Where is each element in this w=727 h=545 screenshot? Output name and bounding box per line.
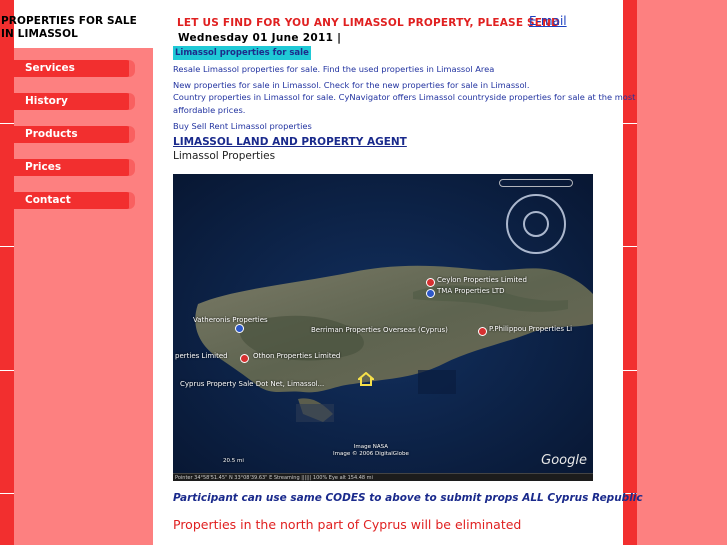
map-pin-ceylon[interactable]: [426, 278, 435, 287]
nav-contact-button[interactable]: Contact: [14, 192, 135, 209]
map-status-bar: Pointer 34°58'51.45" N 33°08'39.63" E St…: [173, 473, 593, 481]
zoom-slider[interactable]: [499, 179, 573, 187]
nav-history-button[interactable]: History: [14, 93, 135, 110]
imagery-credit: Image NASA Image © 2006 DigitalGlobe: [333, 444, 409, 457]
participant-notice: Participant can use same CODES to above …: [173, 492, 643, 504]
map-label-cyprus-property: Cyprus Property Sale Dot Net, Limassol..…: [180, 380, 325, 388]
nav-products-button[interactable]: Products: [14, 126, 135, 143]
map-label-partial: perties Limited: [175, 352, 228, 360]
map-label-philippou: P.Philippou Properties Li: [489, 325, 573, 333]
left-stripe: [0, 0, 14, 545]
date-text: Wednesday 01 June 2011 |: [178, 32, 342, 44]
left-sidebar: [0, 0, 153, 545]
headline: LET US FIND FOR YOU ANY LIMASSOL PROPERT…: [177, 17, 561, 29]
site-title: PROPERTIES FOR SALE IN LIMASSOL: [1, 15, 137, 40]
nav-services-button[interactable]: Services: [14, 60, 135, 77]
map-pin-tma[interactable]: [426, 289, 435, 298]
email-link[interactable]: E-mail: [529, 14, 567, 28]
navigation-compass[interactable]: [506, 194, 566, 254]
map-label-vatheronis: Vatheronis Properties: [193, 316, 268, 324]
right-sidebar: [623, 0, 727, 545]
map-pin-othon[interactable]: [240, 354, 249, 363]
map-pin-philippou[interactable]: [478, 327, 487, 336]
map-pin-vatheronis[interactable]: [235, 324, 244, 333]
map-label-berriman: Berriman Properties Overseas (Cyprus): [311, 326, 448, 334]
map-label-tma: TMA Properties LTD: [437, 287, 505, 295]
google-logo: Google: [541, 453, 587, 468]
nav-prices-button[interactable]: Prices: [14, 159, 135, 176]
affordable-line: affordable prices.: [173, 105, 246, 115]
highlight-heading: Limassol properties for sale: [173, 46, 311, 60]
house-icon[interactable]: [358, 372, 374, 386]
map-label-ceylon: Ceylon Properties Limited: [437, 276, 527, 284]
scale-label: 20.5 mi: [223, 458, 244, 464]
right-stripe: [623, 0, 637, 545]
new-properties-line: New properties for sale in Limassol. Che…: [173, 80, 530, 90]
satellite-map[interactable]: Ceylon Properties Limited TMA Properties…: [173, 174, 593, 481]
country-properties-line: Country properties in Limassol for sale.…: [173, 92, 636, 102]
subtitle: Limassol Properties: [173, 150, 276, 162]
map-label-othon: Othon Properties Limited: [253, 352, 341, 360]
compass-center[interactable]: [523, 211, 549, 237]
buy-sell-rent-line: Buy Sell Rent Limassol properties: [173, 121, 312, 131]
agent-link[interactable]: LIMASSOL LAND AND PROPERTY AGENT: [173, 136, 407, 148]
resale-line: Resale Limassol properties for sale. Fin…: [173, 64, 495, 74]
north-cyprus-notice: Properties in the north part of Cyprus w…: [173, 517, 522, 532]
